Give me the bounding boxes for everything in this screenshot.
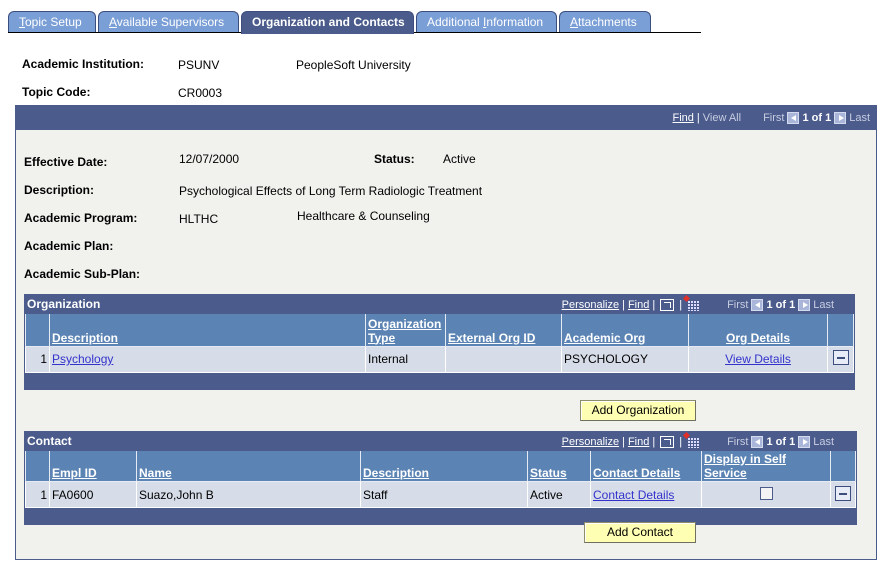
column-header-display-in-self-service[interactable]: Display in Self Service [701, 451, 831, 482]
institution-label: Academic Institution: [22, 57, 145, 71]
next-row-icon[interactable] [798, 436, 811, 448]
first-label: First [727, 299, 749, 311]
topic-code-value: CR0003 [178, 86, 223, 100]
column-header-organization-type[interactable]: Organization Type [365, 314, 446, 347]
description-value: Psychological Effects of Long Term Radio… [179, 184, 483, 198]
last-label: Last [813, 436, 834, 448]
row-number: 1 [25, 345, 50, 373]
academic-program-name: Healthcare & Counseling [297, 209, 430, 223]
separator: | [696, 112, 700, 124]
personalize-link[interactable]: Personalize [562, 298, 619, 312]
tab-attachments[interactable]: Attachments [559, 11, 651, 33]
column-header-name[interactable]: Name [136, 451, 361, 482]
table-row: 1 FA0600 Suazo,John B Staff Active Conta… [25, 481, 856, 508]
column-header-empl-id[interactable]: Empl ID [49, 451, 137, 482]
previous-row-icon[interactable] [787, 112, 800, 124]
view-all-icon[interactable] [660, 436, 675, 448]
view-all-icon[interactable] [660, 299, 675, 311]
effective-date-label: Effective Date: [24, 155, 108, 169]
academic-subplan-label: Academic Sub-Plan: [24, 267, 141, 281]
organization-type-cell: Internal [365, 345, 446, 373]
first-label: First [727, 436, 749, 448]
contact-grid-tools: Personalize | Find | | First 1 of 1 Last [561, 435, 834, 449]
add-contact-button[interactable]: Add Contact [584, 522, 696, 543]
academic-program-label: Academic Program: [24, 211, 138, 225]
organization-grid: Organization Personalize | Find | | Firs… [24, 294, 855, 390]
find-link[interactable]: Find [628, 435, 649, 449]
topic-code-label: Topic Code: [22, 85, 91, 99]
tab-available-supervisors[interactable]: Available Supervisors [98, 11, 239, 33]
status-label: Status: [374, 152, 415, 166]
academic-org-cell: PSYCHOLOGY [561, 345, 689, 373]
next-row-icon[interactable] [798, 299, 811, 311]
contact-table: Empl ID Name Description Status Contact … [25, 451, 856, 508]
description-link[interactable]: Psychology [52, 352, 113, 366]
organization-grid-footer [25, 372, 854, 389]
tab-bar: Topic Setup Available Supervisors Organi… [8, 11, 653, 34]
find-link[interactable]: Find [628, 298, 649, 312]
organization-grid-title: Organization Personalize | Find | | Firs… [27, 297, 834, 312]
column-header-contact-details[interactable]: Contact Details [590, 451, 702, 482]
organization-table: Description Organization Type External O… [25, 314, 854, 373]
column-header-org-details[interactable]: Org Details [688, 314, 828, 347]
effective-dated-section: Find | View All First 1 of 1 Last Effect… [15, 105, 877, 560]
tab-topic-setup[interactable]: Topic Setup [8, 11, 96, 33]
empl-id-cell: FA0600 [49, 481, 137, 508]
next-row-icon[interactable] [834, 112, 847, 124]
download-to-excel-icon[interactable] [687, 436, 700, 448]
row-navigation: Find | View All First 1 of 1 Last [672, 112, 870, 124]
row-count: 1 of 1 [766, 436, 796, 448]
previous-row-icon[interactable] [751, 299, 764, 311]
institution-name: PeopleSoft University [296, 58, 411, 72]
table-row: 1 Psychology Internal PSYCHOLOGY View De… [25, 345, 854, 373]
download-to-excel-icon[interactable] [687, 299, 700, 311]
name-cell: Suazo,John B [136, 481, 361, 508]
view-all-link[interactable]: View All [703, 112, 741, 124]
view-details-link[interactable]: View Details [725, 352, 791, 366]
previous-row-icon[interactable] [751, 436, 764, 448]
section-header-bar: Find | View All First 1 of 1 Last [16, 106, 876, 130]
tab-organization-and-contacts[interactable]: Organization and Contacts [241, 11, 414, 34]
contact-grid-footer [25, 508, 856, 524]
academic-plan-label: Academic Plan: [24, 239, 114, 253]
column-header-external-org-id[interactable]: External Org ID [445, 314, 562, 347]
add-organization-button[interactable]: Add Organization [580, 400, 696, 421]
effective-date-value: 12/07/2000 [179, 152, 240, 166]
last-label: Last [849, 112, 870, 124]
row-number: 1 [25, 481, 50, 508]
first-label: First [763, 112, 785, 124]
status-cell: Active [527, 481, 591, 508]
description-label: Description: [24, 183, 95, 197]
find-link[interactable]: Find [672, 112, 693, 124]
organization-grid-tools: Personalize | Find | | First 1 of 1 Last [561, 298, 834, 312]
status-value: Active [443, 152, 476, 166]
display-in-self-service-checkbox[interactable] [759, 486, 773, 500]
delete-row-icon[interactable] [835, 485, 851, 501]
personalize-link[interactable]: Personalize [562, 435, 619, 449]
delete-row-icon[interactable] [832, 350, 849, 365]
row-count: 1 of 1 [766, 299, 796, 311]
last-label: Last [813, 299, 834, 311]
contact-grid: Contact Personalize | Find | | First 1 o… [24, 431, 857, 525]
contact-details-link[interactable]: Contact Details [593, 488, 674, 502]
contact-grid-title: Contact Personalize | Find | | First 1 o… [27, 434, 834, 449]
academic-program-code: HLTHC [179, 212, 219, 226]
column-header-academic-org[interactable]: Academic Org [561, 314, 689, 347]
tab-additional-information[interactable]: Additional Information [416, 11, 557, 33]
column-header-status[interactable]: Status [527, 451, 591, 482]
institution-code: PSUNV [178, 58, 220, 72]
column-header-description[interactable]: Description [360, 451, 528, 482]
row-count: 1 of 1 [802, 112, 832, 124]
external-org-id-cell [445, 345, 562, 373]
description-cell: Staff [360, 481, 528, 508]
column-header-description[interactable]: Description [49, 314, 366, 347]
